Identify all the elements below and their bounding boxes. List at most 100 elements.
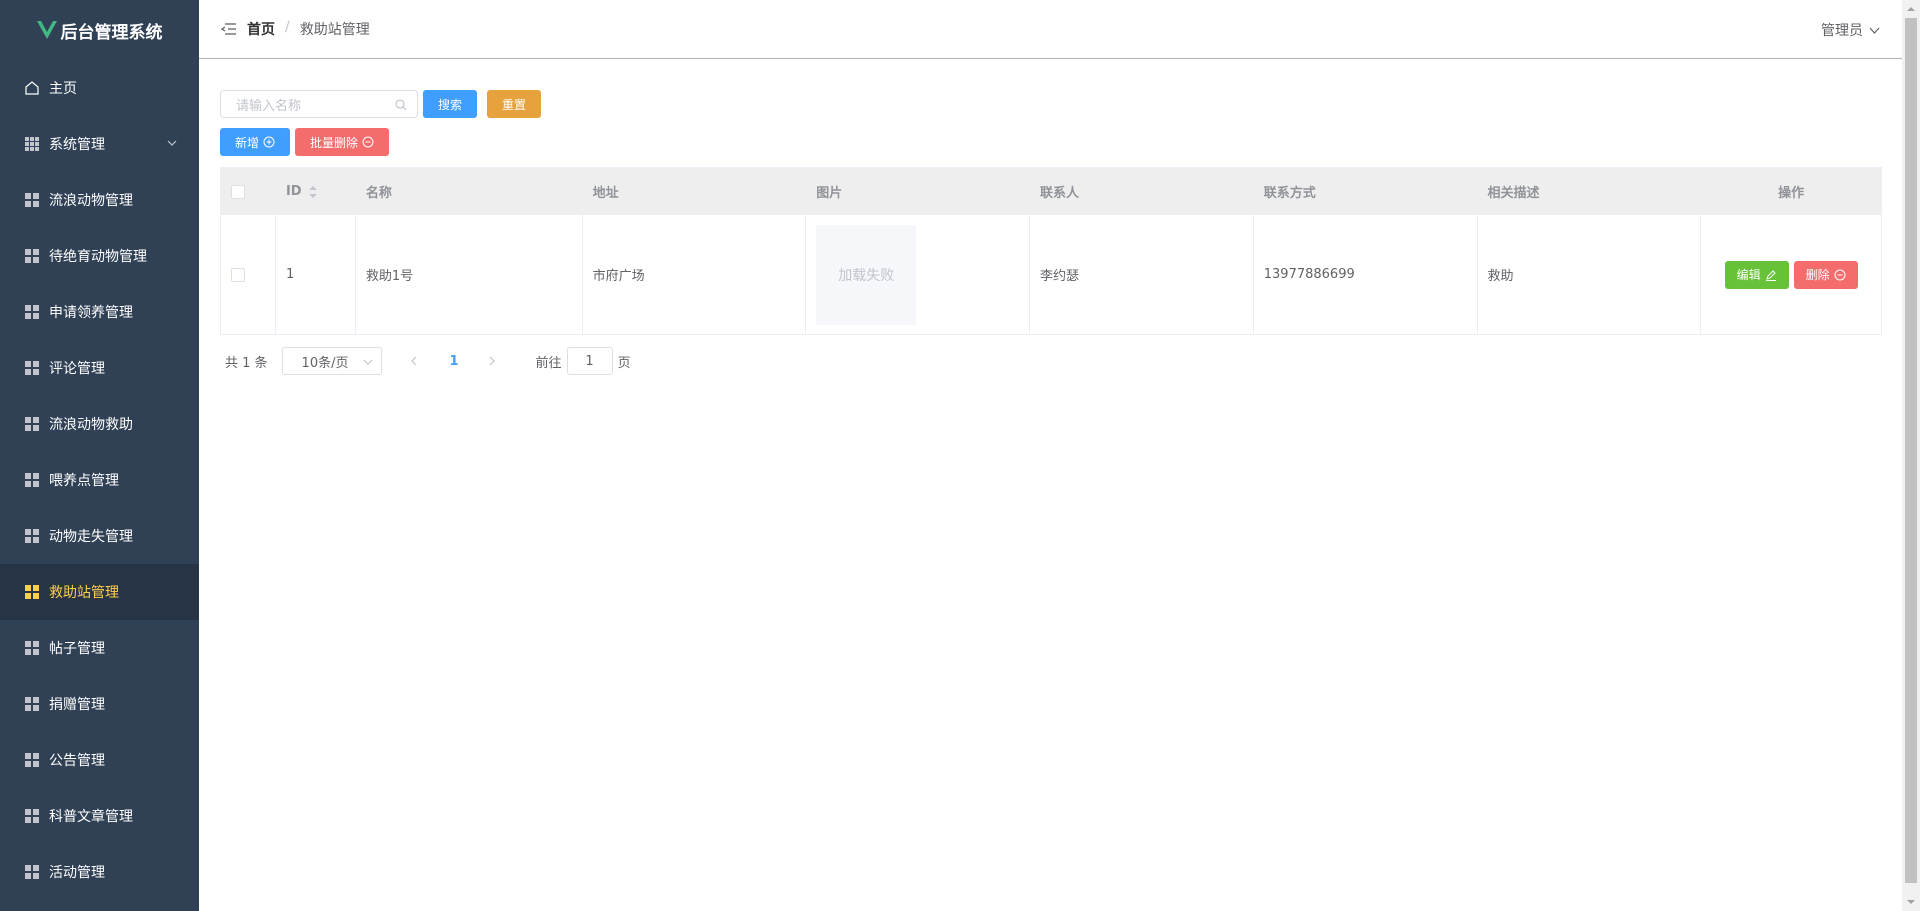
- chevron-down-icon: [167, 140, 177, 146]
- header-select-all: [221, 168, 276, 215]
- search-bar: 请输入名称 搜索 重置: [220, 90, 1882, 118]
- row-checkbox[interactable]: [231, 267, 245, 282]
- scroll-down-icon[interactable]: [1906, 897, 1916, 907]
- pagination: 共 1 条 10条/页 1 前往 1 页: [220, 347, 1882, 375]
- breadcrumb: 首页 / 救助站管理: [247, 19, 370, 39]
- sidebar-item-label: 活动管理: [49, 865, 105, 881]
- menu-icon: [25, 641, 39, 655]
- menu-fold-icon[interactable]: [221, 22, 236, 36]
- header-id[interactable]: ID: [276, 168, 356, 215]
- header-address: 地址: [583, 168, 807, 215]
- header-image: 图片: [806, 168, 1031, 215]
- sidebar-item-home[interactable]: 主页: [0, 60, 199, 116]
- table-header: ID 名称 地址 图片 联系人 联系方式 相关描述 操作: [221, 168, 1881, 215]
- page-size-select[interactable]: 10条/页: [281, 347, 382, 375]
- delete-label: 删除: [1805, 268, 1830, 282]
- circle-minus-icon: [362, 136, 374, 148]
- sidebar-item-label: 待绝育动物管理: [49, 249, 147, 265]
- breadcrumb-home[interactable]: 首页: [247, 19, 275, 39]
- sidebar-item-sterilization[interactable]: 待绝育动物管理: [0, 228, 199, 284]
- page-scrollbar[interactable]: [1902, 0, 1920, 911]
- header-contact: 联系人: [1030, 168, 1254, 215]
- cell-id: 1: [276, 215, 356, 334]
- goto-suffix: 页: [617, 355, 631, 371]
- scroll-up-icon[interactable]: [1906, 4, 1916, 14]
- image-load-failed[interactable]: 加载失败: [816, 224, 917, 325]
- sidebar-item-label: 主页: [49, 81, 77, 97]
- sidebar-item-lost-animals[interactable]: 动物走失管理: [0, 508, 199, 564]
- user-dropdown[interactable]: 管理员: [1821, 20, 1880, 40]
- sidebar-item-label: 救助站管理: [49, 585, 119, 601]
- sidebar-item-posts[interactable]: 帖子管理: [0, 620, 199, 676]
- logo-text: 后台管理系统: [60, 22, 163, 43]
- sidebar-item-stray-animals[interactable]: 流浪动物管理: [0, 172, 199, 228]
- sidebar-item-articles[interactable]: 科普文章管理: [0, 788, 199, 844]
- header-description: 相关描述: [1478, 168, 1702, 215]
- home-icon: [25, 81, 39, 95]
- menu-icon: [25, 809, 39, 823]
- grid-icon: [25, 137, 39, 151]
- sidebar-item-notices[interactable]: 公告管理: [0, 732, 199, 788]
- menu-icon: [25, 697, 39, 711]
- menu-icon: [25, 305, 39, 319]
- reset-button[interactable]: 重置: [487, 90, 542, 118]
- top-header: 首页 / 救助站管理 管理员: [199, 0, 1902, 59]
- sidebar-item-donations[interactable]: 捐赠管理: [0, 676, 199, 732]
- next-page-icon[interactable]: [486, 355, 498, 367]
- sidebar-item-rescue[interactable]: 流浪动物救助: [0, 396, 199, 452]
- prev-page-icon[interactable]: [408, 355, 420, 367]
- row-select: [221, 215, 276, 334]
- sidebar-item-label: 系统管理: [49, 137, 105, 153]
- search-placeholder: 请输入名称: [236, 98, 302, 114]
- sidebar-item-label: 捐赠管理: [49, 697, 105, 713]
- breadcrumb-separator: /: [285, 19, 290, 35]
- cell-contact: 李约瑟: [1030, 215, 1254, 334]
- batch-delete-label: 批量删除: [310, 135, 359, 150]
- delete-button[interactable]: 删除: [1793, 260, 1858, 289]
- sidebar-item-label: 帖子管理: [49, 641, 105, 657]
- sidebar-item-activities[interactable]: 活动管理: [0, 844, 199, 900]
- sidebar-item-label: 公告管理: [49, 753, 105, 769]
- sidebar-item-rescue-stations[interactable]: 救助站管理: [0, 564, 199, 620]
- sidebar-item-feeding-points[interactable]: 喂养点管理: [0, 452, 199, 508]
- sidebar-item-system[interactable]: 系统管理: [0, 116, 199, 172]
- cell-description: 救助: [1478, 215, 1702, 334]
- menu-icon: [25, 193, 39, 207]
- table-row: 1 救助1号 市府广场 加载失败 李约瑟 13977886699 救助 编辑 删…: [221, 215, 1881, 335]
- logo: 后台管理系统: [0, 0, 199, 60]
- goto-page-input[interactable]: 1: [566, 347, 613, 375]
- header-phone: 联系方式: [1254, 168, 1478, 215]
- sidebar-item-label: 流浪动物救助: [49, 417, 133, 433]
- menu-icon: [25, 473, 39, 487]
- cell-name: 救助1号: [356, 215, 583, 334]
- vue-logo-icon: [36, 21, 57, 39]
- user-name: 管理员: [1821, 23, 1863, 39]
- breadcrumb-current: 救助站管理: [299, 22, 370, 38]
- search-input[interactable]: 请输入名称: [220, 90, 418, 118]
- page-number-current[interactable]: 1: [450, 354, 460, 369]
- scrollbar-thumb[interactable]: [1905, 18, 1917, 883]
- header-name: 名称: [356, 168, 583, 215]
- select-all-checkbox[interactable]: [231, 184, 245, 199]
- search-button[interactable]: 搜索: [423, 90, 478, 118]
- menu-icon: [25, 585, 39, 599]
- add-button[interactable]: 新增: [220, 128, 291, 156]
- cell-phone: 13977886699: [1254, 215, 1478, 334]
- chevron-down-icon: [1869, 27, 1880, 34]
- sidebar: 后台管理系统 主页 系统管理 流浪动物管理 待绝育动物管理 申请领养管理 评论管…: [0, 0, 199, 911]
- batch-delete-button[interactable]: 批量删除: [295, 128, 390, 156]
- edit-button[interactable]: 编辑: [1724, 260, 1789, 289]
- sidebar-item-adoption[interactable]: 申请领养管理: [0, 284, 199, 340]
- circle-minus-icon: [1834, 269, 1846, 280]
- cell-address: 市府广场: [583, 215, 807, 334]
- sidebar-item-label: 动物走失管理: [49, 529, 133, 545]
- pagination-total: 共 1 条: [225, 355, 268, 371]
- sort-icon[interactable]: [308, 185, 318, 199]
- menu-icon: [25, 417, 39, 431]
- sidebar-item-comments[interactable]: 评论管理: [0, 340, 199, 396]
- rescue-station-table: ID 名称 地址 图片 联系人 联系方式 相关描述 操作 1 救助1号 市府广场…: [220, 167, 1882, 335]
- action-bar: 新增 批量删除: [220, 128, 1882, 156]
- sidebar-item-label: 流浪动物管理: [49, 193, 133, 209]
- goto-prefix: 前往: [535, 355, 562, 371]
- search-icon: [395, 99, 407, 111]
